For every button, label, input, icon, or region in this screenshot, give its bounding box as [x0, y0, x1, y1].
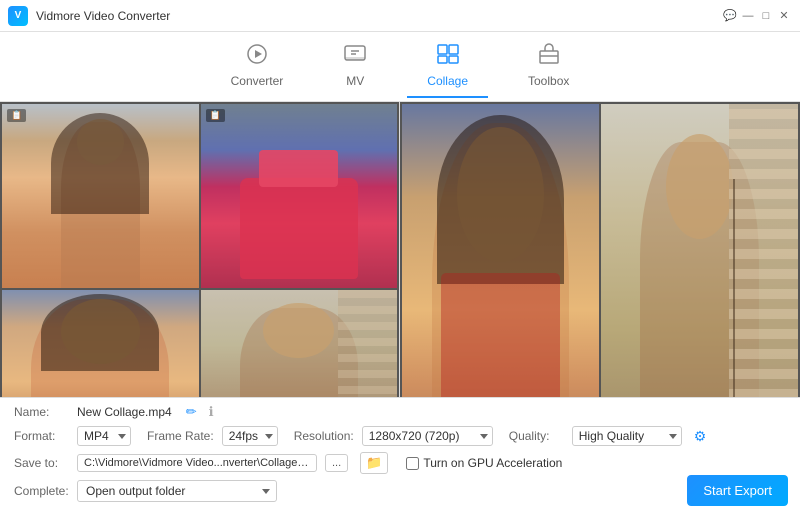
gear-icon[interactable]: ⚙	[694, 428, 707, 445]
settings-row-format: Format: MP4 MOV AVI Frame Rate: 24fps 30…	[14, 426, 786, 446]
info-icon[interactable]: ℹ	[209, 404, 214, 420]
app-logo: V	[8, 6, 28, 26]
quality-select[interactable]: High Quality Medium Quality Low Quality	[572, 426, 682, 446]
title-bar: V Vidmore Video Converter 💬 — □ ✕	[0, 0, 800, 32]
nav-label-mv: MV	[346, 74, 364, 88]
complete-label: Complete:	[14, 484, 69, 498]
app-title: Vidmore Video Converter	[36, 9, 722, 23]
chat-button[interactable]: 💬	[722, 8, 738, 24]
nav-item-collage[interactable]: Collage	[407, 35, 488, 98]
gpu-label-text: Turn on GPU Acceleration	[423, 456, 562, 470]
toolbox-icon	[537, 43, 561, 71]
name-label: Name:	[14, 405, 69, 419]
title-controls: 💬 — □ ✕	[722, 8, 792, 24]
mv-icon	[343, 43, 367, 71]
nav-item-toolbox[interactable]: Toolbox	[508, 35, 589, 98]
resolution-label: Resolution:	[294, 429, 354, 443]
collage-cell-1[interactable]: 📋	[2, 104, 199, 288]
converter-icon	[245, 43, 269, 71]
save-path-input[interactable]	[77, 454, 317, 472]
complete-select[interactable]: Open output folder Do nothing Shut down	[77, 480, 277, 502]
start-export-button[interactable]: Start Export	[687, 475, 788, 506]
nav-label-toolbox: Toolbox	[528, 74, 569, 88]
nav-label-collage: Collage	[427, 74, 468, 88]
save-to-label: Save to:	[14, 456, 69, 470]
edit-icon[interactable]: ✏	[186, 404, 197, 420]
frame-rate-select[interactable]: 24fps 30fps 60fps	[222, 426, 278, 446]
settings-row-name: Name: New Collage.mp4 ✏ ℹ	[14, 404, 786, 420]
folder-button[interactable]: 📁	[360, 452, 388, 474]
name-value: New Collage.mp4	[77, 405, 172, 419]
collage-cell-2[interactable]: 📋	[201, 104, 398, 288]
resolution-select[interactable]: 1280x720 (720p) 1920x1080 (1080p) 3840x2…	[362, 426, 493, 446]
close-button[interactable]: ✕	[776, 8, 792, 24]
minimize-button[interactable]: —	[740, 8, 756, 24]
quality-label: Quality:	[509, 429, 564, 443]
gpu-checkbox[interactable]	[406, 457, 419, 470]
collage-icon	[436, 43, 460, 71]
nav-bar: Converter MV Collage	[0, 32, 800, 102]
nav-item-mv[interactable]: MV	[323, 35, 387, 98]
settings-panel: Name: New Collage.mp4 ✏ ℹ Format: MP4 MO…	[0, 397, 800, 516]
browse-button[interactable]: ...	[325, 454, 348, 472]
nav-item-converter[interactable]: Converter	[211, 35, 304, 98]
settings-row-complete: Complete: Open output folder Do nothing …	[14, 480, 786, 502]
frame-rate-label: Frame Rate:	[147, 429, 214, 443]
format-select[interactable]: MP4 MOV AVI	[77, 426, 131, 446]
maximize-button[interactable]: □	[758, 8, 774, 24]
gpu-checkbox-label[interactable]: Turn on GPU Acceleration	[406, 456, 562, 470]
nav-label-converter: Converter	[231, 74, 284, 88]
settings-row-saveto: Save to: ... 📁 Turn on GPU Acceleration	[14, 452, 786, 474]
format-label: Format:	[14, 429, 69, 443]
